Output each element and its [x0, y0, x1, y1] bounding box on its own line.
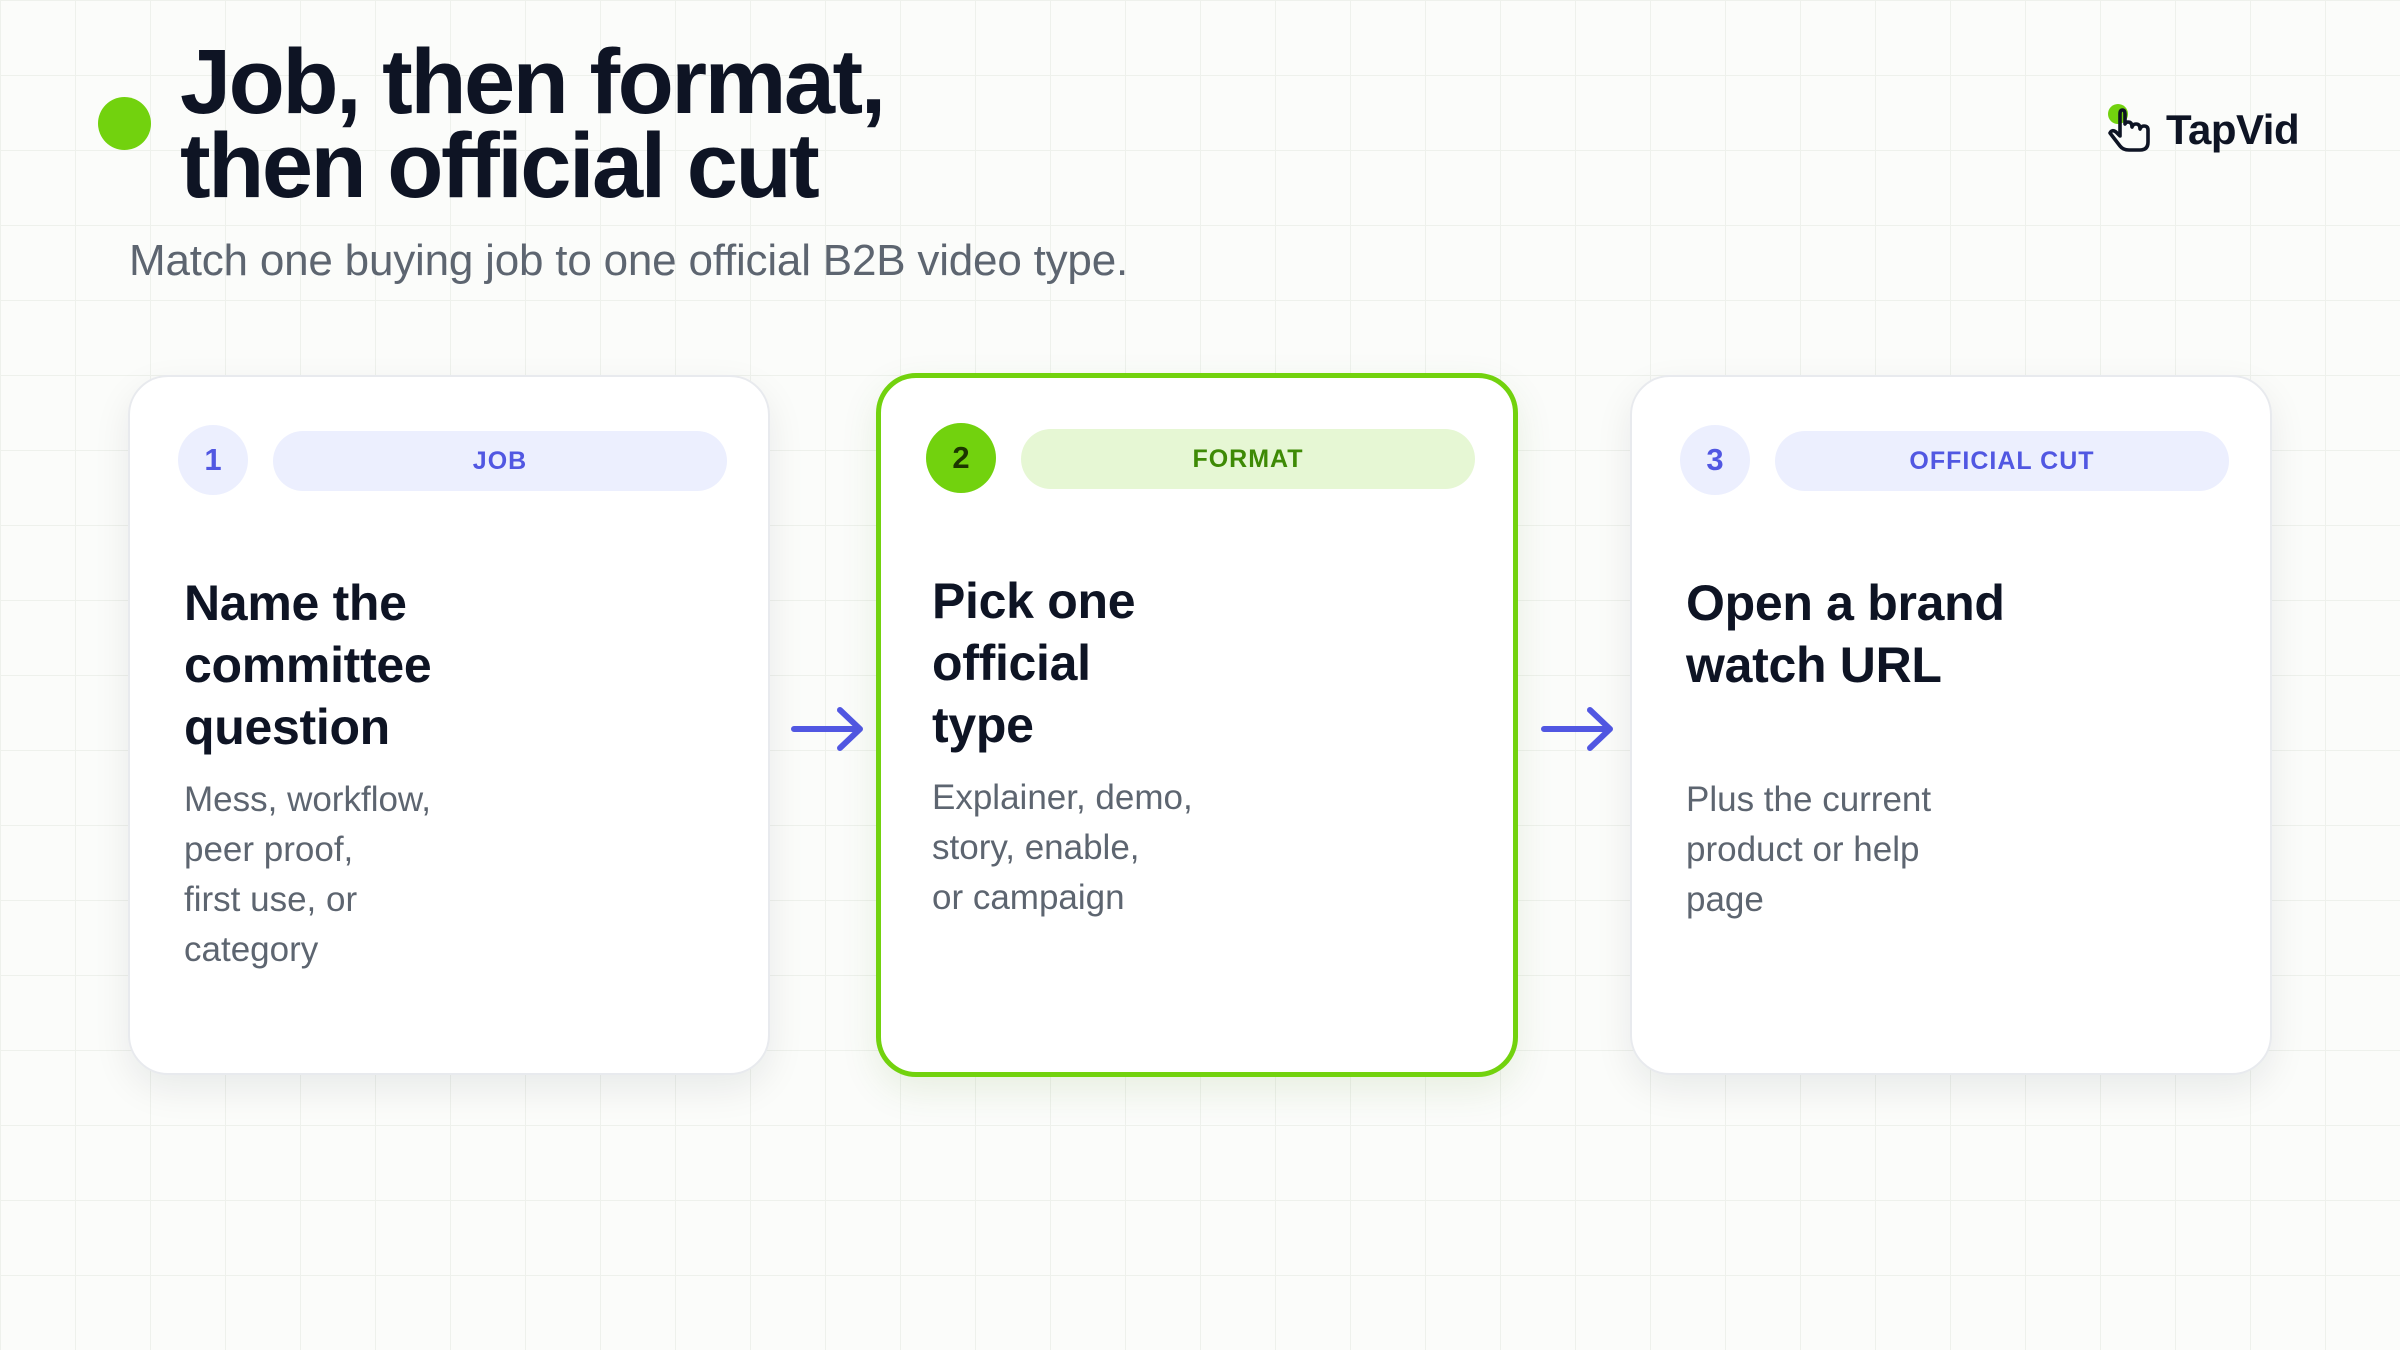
- page-title-line: then official cut: [180, 115, 820, 217]
- step-title-line: Pick one: [932, 573, 1136, 629]
- step-title: Pick one official type: [932, 570, 1452, 756]
- step-tag-pill: FORMAT: [1021, 429, 1475, 489]
- step-number-badge: 2: [926, 423, 996, 493]
- step-description-line: category: [184, 930, 319, 969]
- step-description-line: product or help: [1686, 830, 1920, 869]
- step-title-line: type: [932, 697, 1034, 753]
- step-description-line: story, enable,: [932, 828, 1140, 867]
- page-title: Job, then format, then official cut: [180, 31, 886, 217]
- step-number-badge: 3: [1680, 425, 1750, 495]
- step-title-line: Open a brand: [1686, 575, 2005, 631]
- arrow-right-icon: [791, 707, 863, 751]
- step-description: Explainer, demo, story, enable, or campa…: [932, 773, 1452, 923]
- step-title-line: committee: [184, 637, 432, 693]
- step-tag-pill: OFFICIAL CUT: [1775, 431, 2229, 491]
- step-number-badge: 1: [178, 425, 248, 495]
- step-description-line: or campaign: [932, 878, 1125, 917]
- title-bullet-dot: [98, 97, 151, 150]
- step-title: Open a brand watch URL: [1686, 572, 2206, 696]
- page-subtitle: Match one buying job to one official B2B…: [129, 236, 1129, 285]
- step-card-format: 2 FORMAT Pick one official type Explaine…: [876, 373, 1518, 1077]
- step-description: Plus the current product or help page: [1686, 775, 2206, 925]
- step-title: Name the committee question: [184, 572, 704, 758]
- step-tag-pill: JOB: [273, 431, 727, 491]
- step-card-official-cut: 3 OFFICIAL CUT Open a brand watch URL Pl…: [1630, 375, 2272, 1075]
- page-title-line: Job, then format,: [180, 31, 886, 133]
- brand-name: TapVid: [2166, 106, 2300, 153]
- brand-logo: TapVid: [2104, 100, 2300, 160]
- arrow-right-icon: [1541, 707, 1613, 751]
- slide: Job, then format, then official cut Matc…: [0, 0, 2400, 1350]
- step-card-job: 1 JOB Name the committee question Mess, …: [128, 375, 770, 1075]
- step-description-line: Explainer, demo,: [932, 778, 1193, 817]
- step-description-line: Plus the current: [1686, 780, 1932, 819]
- step-title-line: watch URL: [1686, 637, 1942, 693]
- step-description-line: first use, or: [184, 880, 358, 919]
- step-description: Mess, workflow, peer proof, first use, o…: [184, 775, 704, 975]
- step-description-line: peer proof,: [184, 830, 354, 869]
- step-description-line: Mess, workflow,: [184, 780, 431, 819]
- step-title-line: Name the: [184, 575, 407, 631]
- step-title-line: question: [184, 699, 390, 755]
- pointer-hand-icon: [2108, 104, 2150, 152]
- step-description-line: page: [1686, 880, 1764, 919]
- step-title-line: official: [932, 635, 1091, 691]
